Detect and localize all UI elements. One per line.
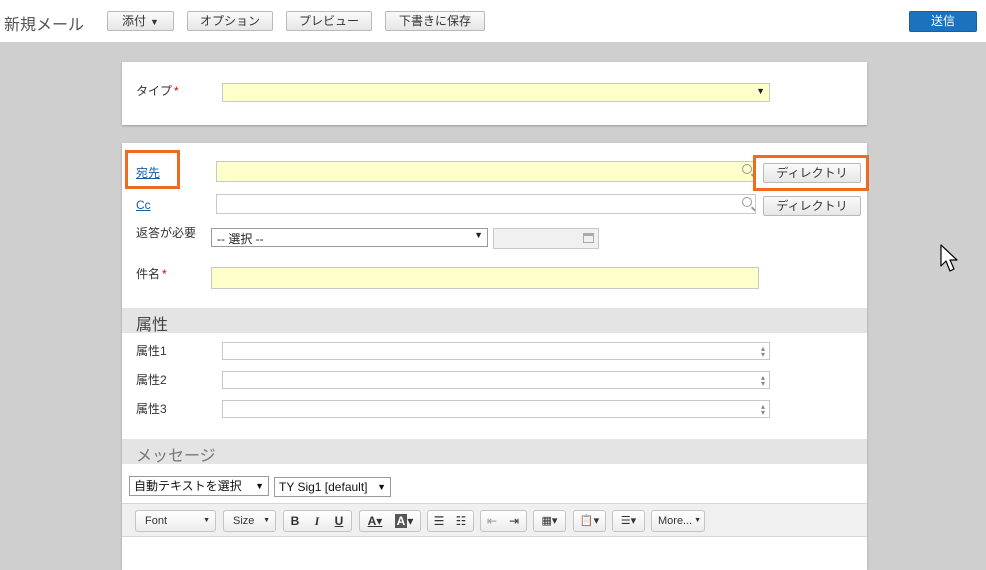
size-label: Size	[233, 515, 255, 527]
table-button[interactable]: ▦▾	[533, 510, 566, 532]
reply-select-value: -- 選択 --	[217, 232, 264, 246]
signature-select[interactable]: TY Sig1 [default] ▼	[274, 477, 391, 497]
chevron-down-icon: ▼	[474, 230, 483, 240]
attribute-1-label: 属性1	[136, 344, 167, 358]
message-section-title: メッセージ	[136, 448, 216, 465]
cc-link[interactable]: Cc	[136, 198, 151, 212]
search-icon	[742, 197, 752, 207]
list-group: ☰ ☷	[427, 510, 474, 532]
save-draft-button[interactable]: 下書きに保存	[385, 11, 485, 31]
text-color-icon[interactable]: A▾	[360, 511, 390, 531]
chevron-down-icon: ▼	[255, 481, 264, 491]
reply-required-select[interactable]: -- 選択 -- ▼	[211, 228, 488, 247]
to-highlight-box	[125, 150, 180, 189]
attribute-2-label: 属性2	[136, 373, 167, 387]
options-button[interactable]: オプション	[187, 11, 273, 31]
editor-toolbar: Font ▼ Size ▼ BIU A▾ A ▾ ☰ ☷ ⇤ ⇥ ▦▾ 📋▾ ☰▾ More…	[122, 503, 867, 537]
clipboard-icon: 📋▾	[579, 515, 600, 527]
more-label: More...	[658, 515, 693, 527]
text-style-group: BIU	[283, 510, 352, 532]
attribute-2-select[interactable]: ▴ ▾	[222, 371, 770, 389]
more-dropdown[interactable]: More... ▼	[651, 510, 705, 532]
bullet-list-icon[interactable]: ☷	[450, 511, 472, 531]
chevron-down-icon: ▼	[694, 517, 701, 524]
numbered-list-icon[interactable]: ☰	[428, 511, 450, 531]
search-icon	[742, 164, 752, 174]
signature-value: TY Sig1 [default]	[279, 480, 368, 494]
outdent-icon[interactable]: ⇤	[481, 511, 503, 531]
attach-button-label: 添付	[122, 14, 147, 28]
size-dropdown[interactable]: Size ▼	[223, 510, 276, 532]
reply-required-label: 返答が必要	[136, 226, 197, 240]
italic-icon[interactable]: I	[306, 511, 328, 531]
chevron-down-icon: ▼	[150, 17, 159, 27]
font-dropdown[interactable]: Font ▼	[135, 510, 216, 532]
color-group: A▾ A ▾	[359, 510, 421, 532]
underline-icon[interactable]: U	[328, 511, 350, 531]
chevron-down-icon: ▼	[756, 86, 765, 96]
bold-icon[interactable]: B	[284, 511, 306, 531]
align-left-icon: ☰▾	[620, 515, 637, 527]
font-label: Font	[145, 515, 168, 527]
page-title: 新規メール	[4, 17, 85, 34]
preview-button[interactable]: プレビュー	[286, 11, 372, 31]
directory-highlight-box	[753, 155, 869, 191]
type-label: タイプ *	[136, 82, 179, 99]
attribute-3-label: 属性3	[136, 402, 167, 416]
auto-text-label: 自動テキストを選択	[134, 479, 242, 493]
subject-label: 件名 *	[136, 265, 167, 282]
sort-arrows-icon: ▴ ▾	[760, 373, 765, 388]
mouse-cursor-icon	[940, 244, 958, 272]
message-section-header: メッセージ	[122, 439, 867, 465]
paste-button[interactable]: 📋▾	[573, 510, 606, 532]
reply-date-input[interactable]	[493, 228, 599, 249]
sort-arrows-icon: ▴ ▾	[760, 344, 765, 359]
attributes-section-header: 属性	[122, 308, 867, 334]
chevron-down-icon: ▼	[203, 517, 210, 524]
cc-directory-button[interactable]: ディレクトリ	[763, 196, 861, 216]
calendar-icon	[583, 233, 594, 243]
indent-group: ⇤ ⇥	[480, 510, 527, 532]
subject-input[interactable]	[211, 267, 759, 289]
compose-card: 宛先 ディレクトリ Cc ディレクトリ 返答が必要 -- 選択 -- ▼ 件名 *…	[122, 143, 869, 570]
send-button[interactable]: 送信	[909, 11, 977, 32]
to-input[interactable]	[216, 161, 756, 182]
subject-label-text: 件名	[136, 267, 161, 281]
attribute-1-select[interactable]: ▴ ▾	[222, 342, 770, 360]
attach-button[interactable]: 添付 ▼	[107, 11, 174, 31]
required-mark: *	[162, 267, 167, 281]
required-mark: *	[174, 84, 179, 98]
background-color-icon[interactable]: A ▾	[390, 511, 418, 531]
attributes-section-title: 属性	[136, 317, 169, 334]
cc-input[interactable]	[216, 194, 756, 214]
chevron-down-icon: ▼	[263, 517, 270, 524]
auto-text-select[interactable]: 自動テキストを選択 ▼	[129, 476, 269, 496]
sort-arrows-icon: ▴ ▾	[760, 402, 765, 417]
align-button[interactable]: ☰▾	[612, 510, 645, 532]
type-label-text: タイプ	[136, 84, 173, 98]
type-card: タイプ * ▼	[122, 62, 867, 125]
indent-icon[interactable]: ⇥	[503, 511, 525, 531]
attribute-3-select[interactable]: ▴ ▾	[222, 400, 770, 418]
chevron-down-icon: ▼	[377, 482, 386, 492]
top-toolbar: 新規メール 添付 ▼ オプション プレビュー 下書きに保存 送信	[0, 0, 986, 42]
table-icon: ▦▾	[541, 515, 558, 527]
type-select[interactable]: ▼	[222, 83, 770, 102]
